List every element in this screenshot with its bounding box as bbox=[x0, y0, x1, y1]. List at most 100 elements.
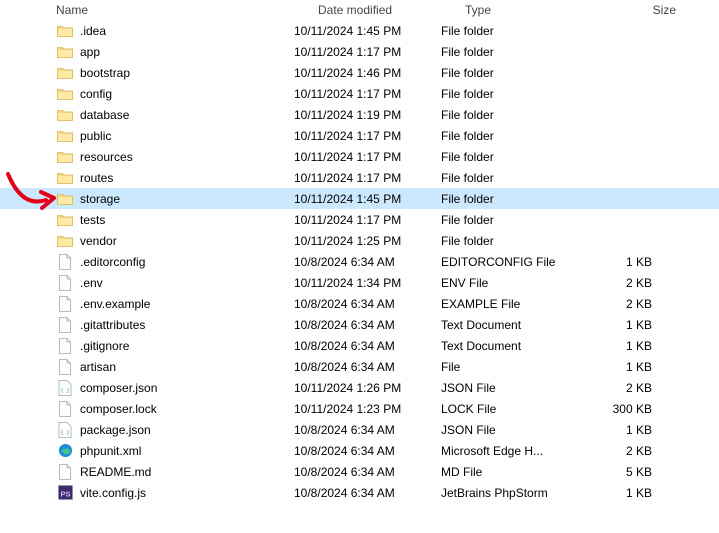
folder-icon bbox=[56, 23, 74, 39]
file-type: File folder bbox=[441, 87, 592, 101]
file-row[interactable]: .idea10/11/2024 1:45 PMFile folder bbox=[0, 20, 719, 41]
file-icon bbox=[56, 359, 74, 375]
file-row[interactable]: { }package.json10/8/2024 6:34 AMJSON Fil… bbox=[0, 419, 719, 440]
json-icon: { } bbox=[56, 422, 74, 438]
file-row[interactable]: .editorconfig10/8/2024 6:34 AMEDITORCONF… bbox=[0, 251, 719, 272]
file-row[interactable]: bootstrap10/11/2024 1:46 PMFile folder bbox=[0, 62, 719, 83]
file-type: LOCK File bbox=[441, 402, 592, 416]
file-name: composer.lock bbox=[80, 402, 157, 416]
file-row[interactable]: routes 10/11/2024 1:17 PMFile folder bbox=[0, 167, 719, 188]
file-size: 1 KB bbox=[592, 360, 672, 374]
file-row[interactable]: storage10/11/2024 1:45 PMFile folder bbox=[0, 188, 719, 209]
file-size: 2 KB bbox=[592, 444, 672, 458]
file-type: File folder bbox=[441, 24, 592, 38]
folder-icon bbox=[56, 128, 74, 144]
folder-icon bbox=[56, 107, 74, 123]
column-header-type[interactable]: Type bbox=[465, 3, 616, 17]
file-date: 10/11/2024 1:23 PM bbox=[294, 402, 441, 416]
file-date: 10/8/2024 6:34 AM bbox=[294, 339, 441, 353]
file-date: 10/11/2024 1:17 PM bbox=[294, 87, 441, 101]
file-row[interactable]: .gitattributes10/8/2024 6:34 AMText Docu… bbox=[0, 314, 719, 335]
file-date: 10/11/2024 1:17 PM bbox=[294, 213, 441, 227]
file-type: Microsoft Edge H... bbox=[441, 444, 592, 458]
file-size: 1 KB bbox=[592, 486, 672, 500]
file-icon bbox=[56, 317, 74, 333]
file-row[interactable]: { } composer.json 10/11/2024 1:26 PMJSON F… bbox=[0, 377, 719, 398]
svg-text:PS: PS bbox=[60, 489, 70, 498]
file-row[interactable]: resources 10/11/2024 1:17 PMFile folder bbox=[0, 146, 719, 167]
file-date: 10/8/2024 6:34 AM bbox=[294, 318, 441, 332]
folder-icon bbox=[56, 44, 74, 60]
file-type: JSON File bbox=[441, 423, 592, 437]
column-header-size[interactable]: Size bbox=[616, 3, 696, 17]
file-row[interactable]: vendor10/11/2024 1:25 PMFile folder bbox=[0, 230, 719, 251]
file-row[interactable]: PSvite.config.js10/8/2024 6:34 AMJetBrai… bbox=[0, 482, 719, 503]
file-date: 10/8/2024 6:34 AM bbox=[294, 297, 441, 311]
file-date: 10/11/2024 1:17 PM bbox=[294, 45, 441, 59]
file-date: 10/11/2024 1:17 PM bbox=[294, 171, 441, 185]
file-date: 10/11/2024 1:26 PM bbox=[294, 381, 441, 395]
file-row[interactable]: database 10/11/2024 1:19 PMFile folder bbox=[0, 104, 719, 125]
file-row[interactable]: .env10/11/2024 1:34 PMENV File2 KB bbox=[0, 272, 719, 293]
file-type: File folder bbox=[441, 213, 592, 227]
file-date: 10/11/2024 1:19 PM bbox=[294, 108, 441, 122]
file-icon bbox=[56, 464, 74, 480]
file-date: 10/11/2024 1:17 PM bbox=[294, 129, 441, 143]
file-name: .env bbox=[80, 276, 103, 290]
column-header-date[interactable]: Date modified bbox=[318, 3, 465, 17]
file-row[interactable]: README.md 10/8/2024 6:34 AMMD File5 KB bbox=[0, 461, 719, 482]
file-type: JSON File bbox=[441, 381, 592, 395]
column-header-name[interactable]: Name bbox=[56, 3, 318, 17]
file-icon bbox=[56, 275, 74, 291]
folder-icon bbox=[56, 65, 74, 81]
file-date: 10/8/2024 6:34 AM bbox=[294, 444, 441, 458]
file-size: 2 KB bbox=[592, 381, 672, 395]
file-row[interactable]: config10/11/2024 1:17 PMFile folder bbox=[0, 83, 719, 104]
file-icon bbox=[56, 296, 74, 312]
file-name: routes bbox=[80, 171, 113, 185]
file-icon bbox=[56, 401, 74, 417]
file-size: 1 KB bbox=[592, 423, 672, 437]
file-name: README.md bbox=[80, 465, 151, 479]
file-row[interactable]: composer.lock 10/11/2024 1:23 PMLOCK File… bbox=[0, 398, 719, 419]
file-name: resources bbox=[80, 150, 133, 164]
file-type: File folder bbox=[441, 150, 592, 164]
file-name: composer.json bbox=[80, 381, 157, 395]
file-date: 10/11/2024 1:25 PM bbox=[294, 234, 441, 248]
file-size: 1 KB bbox=[592, 318, 672, 332]
file-date: 10/11/2024 1:17 PM bbox=[294, 150, 441, 164]
svg-text:{ }: { } bbox=[60, 388, 69, 394]
file-type: Text Document bbox=[441, 339, 592, 353]
file-row[interactable]: tests 10/11/2024 1:17 PMFile folder bbox=[0, 209, 719, 230]
file-row[interactable]: public10/11/2024 1:17 PMFile folder bbox=[0, 125, 719, 146]
file-name: app bbox=[80, 45, 100, 59]
file-date: 10/8/2024 6:34 AM bbox=[294, 423, 441, 437]
file-row[interactable]: phpunit.xml 10/8/2024 6:34 AMMicrosoft Ed… bbox=[0, 440, 719, 461]
file-name: .idea bbox=[80, 24, 106, 38]
file-size: 5 KB bbox=[592, 465, 672, 479]
column-header-row: Name Date modified Type Size bbox=[0, 0, 719, 20]
file-date: 10/11/2024 1:34 PM bbox=[294, 276, 441, 290]
file-name: storage bbox=[80, 192, 120, 206]
file-name: bootstrap bbox=[80, 66, 130, 80]
file-name: tests bbox=[80, 213, 105, 227]
file-row[interactable]: app10/11/2024 1:17 PMFile folder bbox=[0, 41, 719, 62]
folder-icon bbox=[56, 191, 74, 207]
file-type: File folder bbox=[441, 171, 592, 185]
file-row[interactable]: .env.example10/8/2024 6:34 AMEXAMPLE Fil… bbox=[0, 293, 719, 314]
file-type: File folder bbox=[441, 129, 592, 143]
folder-icon bbox=[56, 233, 74, 249]
file-name: database bbox=[80, 108, 129, 122]
file-row[interactable]: artisan10/8/2024 6:34 AMFile1 KB bbox=[0, 356, 719, 377]
file-size: 2 KB bbox=[592, 297, 672, 311]
file-date: 10/8/2024 6:34 AM bbox=[294, 486, 441, 500]
file-name: phpunit.xml bbox=[80, 444, 141, 458]
file-type: MD File bbox=[441, 465, 592, 479]
file-name: vite.config.js bbox=[80, 486, 146, 500]
file-row[interactable]: .gitignore10/8/2024 6:34 AMText Document… bbox=[0, 335, 719, 356]
file-date: 10/8/2024 6:34 AM bbox=[294, 465, 441, 479]
file-type: File folder bbox=[441, 108, 592, 122]
svg-text:{ }: { } bbox=[60, 430, 69, 436]
file-size: 1 KB bbox=[592, 255, 672, 269]
file-size: 1 KB bbox=[592, 339, 672, 353]
